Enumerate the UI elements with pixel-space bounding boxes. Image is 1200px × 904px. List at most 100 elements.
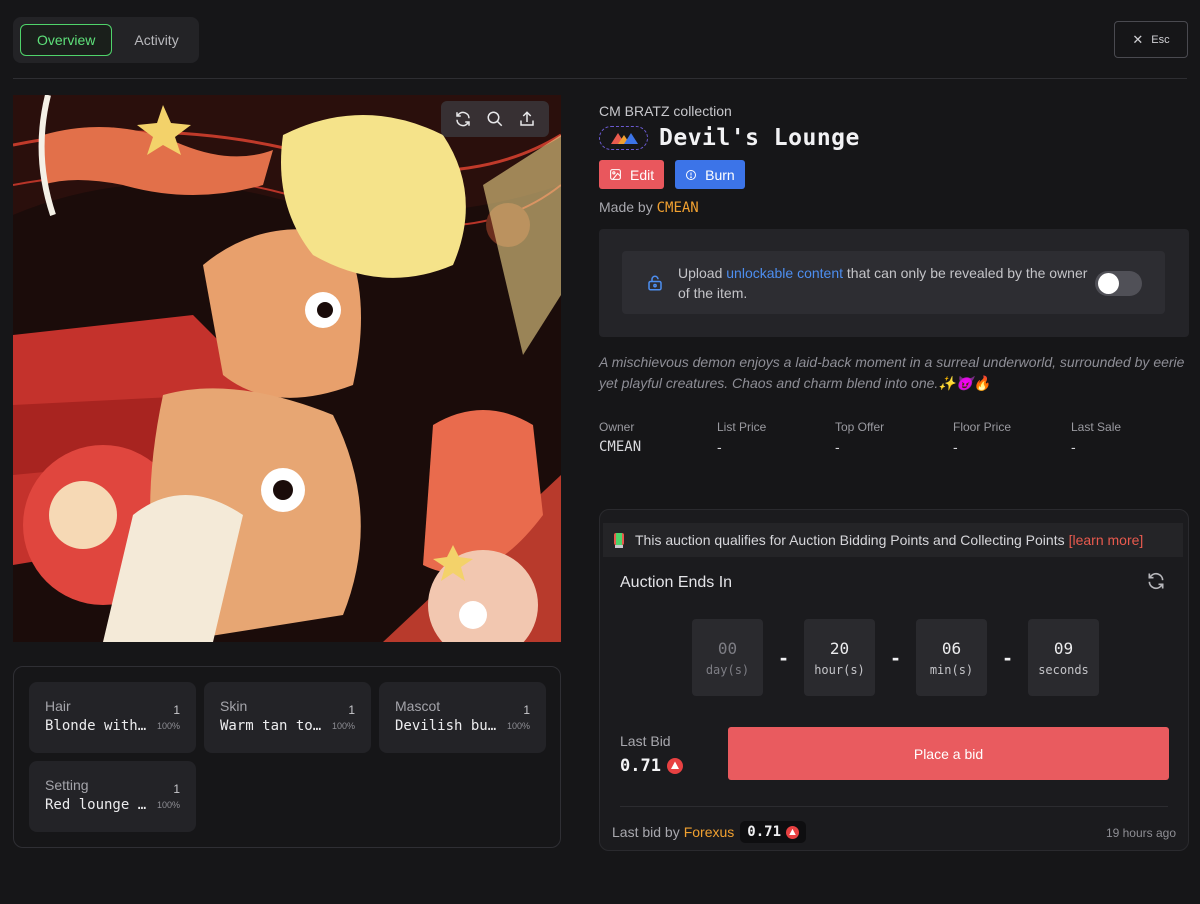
trait-name: Skin	[220, 698, 248, 714]
trait-card[interactable]: Skin 1 Warm tan tone 100%	[204, 682, 371, 753]
traits-panel: Hair 1 Blonde with … 100% Skin 1 Warm ta…	[13, 666, 561, 848]
close-button[interactable]: ✕ Esc	[1114, 21, 1188, 58]
item-description: A mischievous demon enjoys a laid-back m…	[599, 354, 1185, 391]
item-details: CM BRATZ collection Devil's Lounge Edit …	[599, 95, 1189, 455]
refresh-icon[interactable]	[451, 107, 475, 131]
countdown-separator: -	[779, 644, 788, 670]
collection-logo-icon	[599, 126, 648, 150]
stat-label: Last Sale	[1071, 420, 1122, 434]
countdown-unit: hour(s)	[814, 662, 865, 677]
trait-percentage: 100%	[331, 721, 355, 731]
trait-percentage: 100%	[156, 800, 180, 810]
trait-count: 1	[523, 703, 530, 717]
stat-label: Top Offer	[835, 420, 885, 434]
trait-percentage: 100%	[506, 721, 530, 731]
last-bid-value: 0.71	[620, 756, 661, 776]
trait-count: 1	[173, 703, 180, 717]
countdown-number: 00	[717, 638, 738, 658]
learn-more-link[interactable]: [learn more]	[1069, 532, 1144, 548]
creator-line: Made by CMEAN	[599, 199, 1189, 216]
stat-label: Owner	[599, 420, 635, 434]
unlockable-panel: Upload unlockable content that can only …	[599, 229, 1189, 337]
countdown-minutes: 06 min(s)	[916, 619, 987, 696]
unlockable-row: Upload unlockable content that can only …	[622, 251, 1165, 314]
points-banner: This auction qualifies for Auction Biddi…	[603, 523, 1183, 557]
countdown-separator: -	[891, 644, 900, 670]
trait-value: Devilish bun…	[395, 718, 503, 734]
stat-last-sale: Last Sale -	[1071, 420, 1189, 455]
avax-token-icon	[786, 825, 800, 839]
countdown-hours: 20 hour(s)	[804, 619, 875, 696]
burn-label: Burn	[705, 166, 735, 183]
countdown-days: 00 day(s)	[692, 619, 763, 696]
stat-value: -	[1071, 439, 1076, 455]
stat-label: Floor Price	[953, 420, 1012, 434]
countdown-unit: seconds	[1038, 662, 1089, 677]
trait-count: 1	[348, 703, 355, 717]
lock-icon	[648, 275, 662, 290]
place-bid-button[interactable]: Place a bid	[728, 727, 1169, 780]
trait-count: 1	[173, 782, 180, 796]
trait-value: Blonde with …	[45, 718, 153, 734]
trophy-icon	[611, 531, 627, 549]
stat-value: -	[717, 439, 722, 455]
stat-floor-price: Floor Price -	[953, 420, 1071, 455]
tab-overview[interactable]: Overview	[20, 24, 113, 56]
countdown-number: 09	[1053, 638, 1074, 658]
stat-owner: Owner CMEAN	[599, 420, 717, 455]
trait-percentage: 100%	[156, 721, 180, 731]
artwork-image[interactable]	[13, 95, 561, 642]
unlockable-link[interactable]: unlockable content	[726, 265, 843, 281]
unlockable-toggle[interactable]	[1095, 271, 1142, 296]
item-title: Devil's Lounge	[659, 125, 860, 151]
made-by-prefix: Made by	[599, 199, 653, 215]
trait-value: Warm tan tone	[220, 718, 328, 734]
stat-label: List Price	[717, 420, 767, 434]
trait-name: Hair	[45, 698, 71, 714]
countdown: 00 day(s) - 20 hour(s) - 06 min(s) - 09 …	[692, 619, 1099, 696]
burn-icon	[686, 169, 697, 180]
auction-divider	[620, 806, 1168, 807]
edit-button[interactable]: Edit	[599, 160, 665, 189]
trait-card[interactable]: Setting 1 Red lounge w… 100%	[29, 761, 196, 832]
trait-value: Red lounge w…	[45, 797, 153, 813]
header-divider	[13, 78, 1187, 79]
auction-ends-label: Auction Ends In	[620, 574, 733, 591]
trait-name: Mascot	[395, 698, 441, 714]
last-bidder-link[interactable]: Forexus	[684, 824, 735, 840]
collection-name[interactable]: CM BRATZ collection	[599, 103, 1189, 119]
avax-token-icon	[666, 758, 683, 774]
countdown-unit: day(s)	[705, 662, 750, 677]
last-bid-amount: 0.71	[620, 756, 683, 776]
burn-button[interactable]: Burn	[675, 160, 745, 189]
stat-value: -	[835, 439, 840, 455]
edit-icon	[610, 169, 621, 180]
last-bid-chip-value: 0.71	[747, 824, 782, 840]
last-bid-by-prefix: Last bid by	[612, 824, 680, 840]
stat-value: -	[953, 439, 958, 455]
unlockable-text: Upload unlockable content that can only …	[678, 263, 1098, 303]
stat-top-offer: Top Offer -	[835, 420, 953, 455]
countdown-separator: -	[1003, 644, 1012, 670]
tab-activity[interactable]: Activity	[118, 24, 194, 56]
creator-link[interactable]: CMEAN	[657, 200, 699, 216]
owner-link[interactable]: CMEAN	[599, 439, 717, 455]
view-tabs: Overview Activity	[13, 17, 199, 63]
countdown-number: 06	[941, 638, 962, 658]
last-bid-footer: Last bid by Forexus 0.71	[612, 821, 807, 843]
trait-card[interactable]: Mascot 1 Devilish bun… 100%	[379, 682, 546, 753]
share-icon[interactable]	[515, 107, 539, 131]
edit-label: Edit	[630, 166, 655, 183]
search-icon[interactable]	[483, 107, 507, 131]
close-label: Esc	[1151, 33, 1170, 46]
price-stats: Owner CMEAN List Price - Top Offer - Flo…	[599, 420, 1189, 455]
stat-list-price: List Price -	[717, 420, 835, 455]
countdown-seconds: 09 seconds	[1028, 619, 1099, 696]
trait-name: Setting	[45, 777, 89, 793]
last-bid-label: Last Bid	[620, 733, 671, 749]
trait-card[interactable]: Hair 1 Blonde with … 100%	[29, 682, 196, 753]
unlock-prefix: Upload	[678, 264, 723, 281]
refresh-icon[interactable]	[1146, 571, 1166, 596]
close-icon: ✕	[1132, 31, 1144, 47]
points-text: This auction qualifies for Auction Biddi…	[635, 532, 1065, 548]
